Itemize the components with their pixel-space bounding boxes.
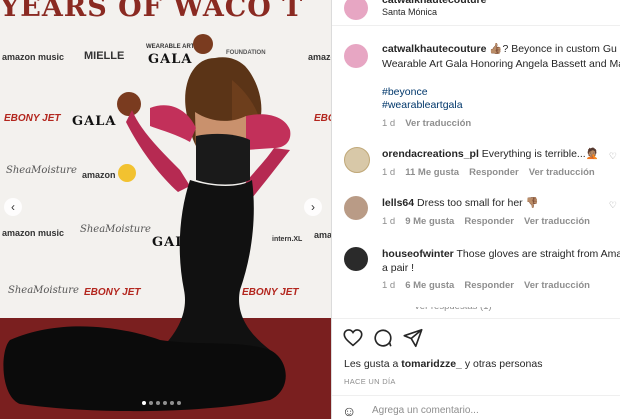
carousel-dot: [177, 401, 181, 405]
like-comment-icon[interactable]: ♡: [609, 200, 617, 211]
carousel-dot: [163, 401, 167, 405]
share-send-icon[interactable]: [402, 327, 424, 349]
post-header: catwalkhautecouture Santa Mónica: [332, 0, 620, 26]
header-location[interactable]: Santa Mónica: [382, 7, 437, 17]
comment-username[interactable]: catwalkhautecouture: [382, 43, 486, 55]
comment-time[interactable]: 1 d: [382, 118, 395, 129]
comment-likes[interactable]: 6 Me gusta: [405, 280, 454, 291]
comment-avatar[interactable]: [344, 247, 368, 271]
reply-button[interactable]: Responder: [464, 216, 514, 227]
comment-text-cont: a pair !: [382, 262, 415, 274]
like-comment-icon[interactable]: ♡: [609, 151, 617, 162]
post-timestamp[interactable]: HACE UN DÍA: [344, 377, 396, 386]
carousel-dot: [149, 401, 153, 405]
header-avatar[interactable]: [344, 0, 368, 20]
comment-text: 👍🏽? Beyonce in custom Gu: [486, 43, 617, 55]
prev-slide-button[interactable]: ‹: [4, 198, 22, 216]
comment-username[interactable]: lells64: [382, 197, 414, 209]
reply-button[interactable]: Responder: [464, 280, 514, 291]
carousel-dots: [142, 401, 181, 405]
next-slide-button[interactable]: ›: [304, 198, 322, 216]
comment-avatar[interactable]: [344, 44, 368, 68]
translate-link[interactable]: Ver traducción: [405, 118, 471, 129]
carousel-dot: [156, 401, 160, 405]
reply-button[interactable]: Responder: [469, 167, 519, 178]
comment-avatar[interactable]: [344, 147, 370, 173]
carousel-dot: [142, 401, 146, 405]
comment-text: Those gloves are straight from Ama: [453, 248, 620, 260]
hashtag-link[interactable]: #wearableartgala: [382, 98, 463, 112]
header-username[interactable]: catwalkhautecouture: [382, 0, 486, 6]
post-side-panel: catwalkhautecouture Santa Mónica catwalk…: [331, 0, 620, 419]
comment-time[interactable]: 1 d: [382, 280, 395, 291]
comment-time[interactable]: 1 d: [382, 167, 395, 178]
view-replies-link[interactable]: Ver respuestas (1): [414, 307, 492, 313]
emoji-icon[interactable]: ☺: [342, 403, 356, 419]
comment-avatar[interactable]: [344, 196, 368, 220]
likes-username[interactable]: tomaridzze_: [401, 358, 462, 370]
likes-suffix[interactable]: y otras personas: [462, 358, 543, 370]
carousel-dot: [170, 401, 174, 405]
translate-link[interactable]: Ver traducción: [524, 216, 590, 227]
post-actions: Les gusta a tomaridzze_ y otras personas…: [332, 318, 620, 419]
comment-username[interactable]: orendacreations_pl: [382, 148, 479, 160]
likes-prefix: Les gusta a: [344, 358, 402, 370]
comment-text: Dress too small for her 👎🏽: [414, 197, 539, 209]
comment-bubble-icon[interactable]: [372, 327, 394, 349]
comment-likes[interactable]: 9 Me gusta: [405, 216, 454, 227]
hashtag-link[interactable]: #beyonce: [382, 85, 428, 99]
comment-text-cont: Wearable Art Gala Honoring Angela Basset…: [382, 58, 620, 70]
comment-username[interactable]: houseofwinter: [382, 248, 454, 260]
likes-summary: Les gusta a tomaridzze_ y otras personas: [344, 357, 542, 371]
comment-time[interactable]: 1 d: [382, 216, 395, 227]
translate-link[interactable]: Ver traducción: [529, 167, 595, 178]
comment-text: Everything is terrible...🤦🏽: [478, 148, 599, 160]
like-heart-icon[interactable]: [342, 327, 364, 349]
comment-likes[interactable]: 11 Me gusta: [405, 167, 459, 178]
add-comment-input[interactable]: Agrega un comentario...: [372, 405, 479, 416]
post-photo[interactable]: YEARS OF WACO T amazon music MIELLE WEAR…: [0, 0, 331, 419]
translate-link[interactable]: Ver traducción: [524, 280, 590, 291]
divider: [332, 395, 620, 396]
celebrity-figure: [3, 34, 291, 412]
